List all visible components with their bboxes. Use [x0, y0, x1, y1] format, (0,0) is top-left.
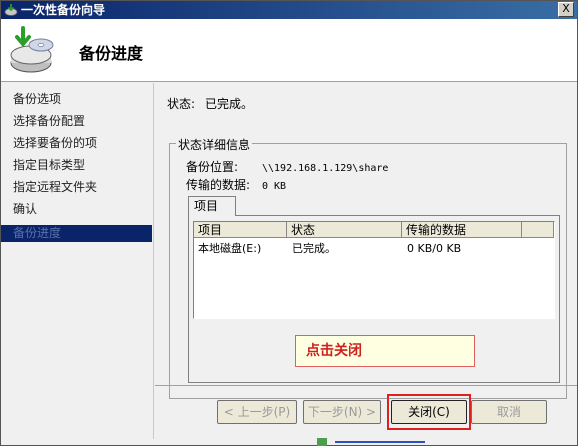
items-list[interactable]: 项目 状态 传输的数据 本地磁盘(E:) 已完成。 0 KB/0 KB	[193, 221, 555, 319]
backup-location-value: \\192.168.1.129\share	[262, 163, 389, 174]
column-header-data[interactable]: 传输的数据	[402, 222, 522, 238]
transferred-data-label: 传输的数据:	[186, 178, 251, 192]
backup-app-icon	[4, 4, 18, 16]
nav-item-backup-options[interactable]: 备份选项	[1, 91, 152, 108]
table-row[interactable]: 本地磁盘(E:) 已完成。 0 KB/0 KB	[194, 241, 554, 257]
nav-item-backup-progress[interactable]: 备份进度	[1, 225, 152, 242]
title-bar[interactable]: 一次性备份向导 X	[1, 1, 577, 19]
status-label: 状态:	[167, 97, 196, 111]
next-button[interactable]: 下一步(N) >	[303, 400, 381, 424]
cancel-button[interactable]: 取消	[471, 400, 547, 424]
background-window-fragment	[317, 438, 425, 446]
column-header-item[interactable]: 项目	[194, 222, 287, 238]
close-button-highlight	[387, 394, 471, 430]
nav-item-confirm[interactable]: 确认	[1, 201, 152, 218]
backup-disk-icon	[10, 26, 54, 73]
nav-item-target-type[interactable]: 指定目标类型	[1, 157, 152, 174]
click-close-callout: 点击关闭	[295, 335, 475, 367]
column-header-filler	[522, 222, 554, 238]
backup-location-label: 备份位置:	[186, 160, 239, 174]
footer-divider	[155, 385, 577, 386]
nav-item-remote-folder[interactable]: 指定远程文件夹	[1, 179, 152, 196]
wizard-nav: 备份选项 选择备份配置 选择要备份的项 指定目标类型 指定远程文件夹 确认 备份…	[1, 83, 154, 439]
nav-item-select-items[interactable]: 选择要备份的项	[1, 135, 152, 152]
list-header: 项目 状态 传输的数据	[194, 222, 554, 238]
row-item: 本地磁盘(E:)	[198, 242, 262, 255]
backup-location-row: 备份位置: \\192.168.1.129\share	[186, 158, 388, 175]
tab-items[interactable]: 项目	[188, 196, 236, 216]
window-title: 一次性备份向导	[21, 3, 106, 17]
nav-item-backup-config[interactable]: 选择备份配置	[1, 113, 152, 130]
close-icon: X	[562, 2, 570, 15]
transferred-data-row: 传输的数据: 0 KB	[186, 176, 286, 193]
status-value: 已完成。	[205, 97, 254, 111]
page-title: 备份进度	[79, 44, 144, 63]
status-line: 状态: 已完成。	[167, 95, 253, 112]
row-data: 0 KB/0 KB	[407, 242, 462, 255]
wizard-window: 一次性备份向导 X 备份进度 备份选项 选择备份配置 选择要备份的项 指定目标类…	[0, 0, 578, 446]
transferred-data-value: 0 KB	[262, 181, 287, 192]
previous-button[interactable]: < 上一步(P)	[217, 400, 297, 424]
row-status: 已完成。	[292, 242, 336, 255]
status-details-legend: 状态详细信息	[176, 136, 253, 153]
close-window-button[interactable]: X	[558, 2, 574, 17]
column-header-status[interactable]: 状态	[287, 222, 402, 238]
wizard-header: 备份进度	[1, 19, 577, 82]
